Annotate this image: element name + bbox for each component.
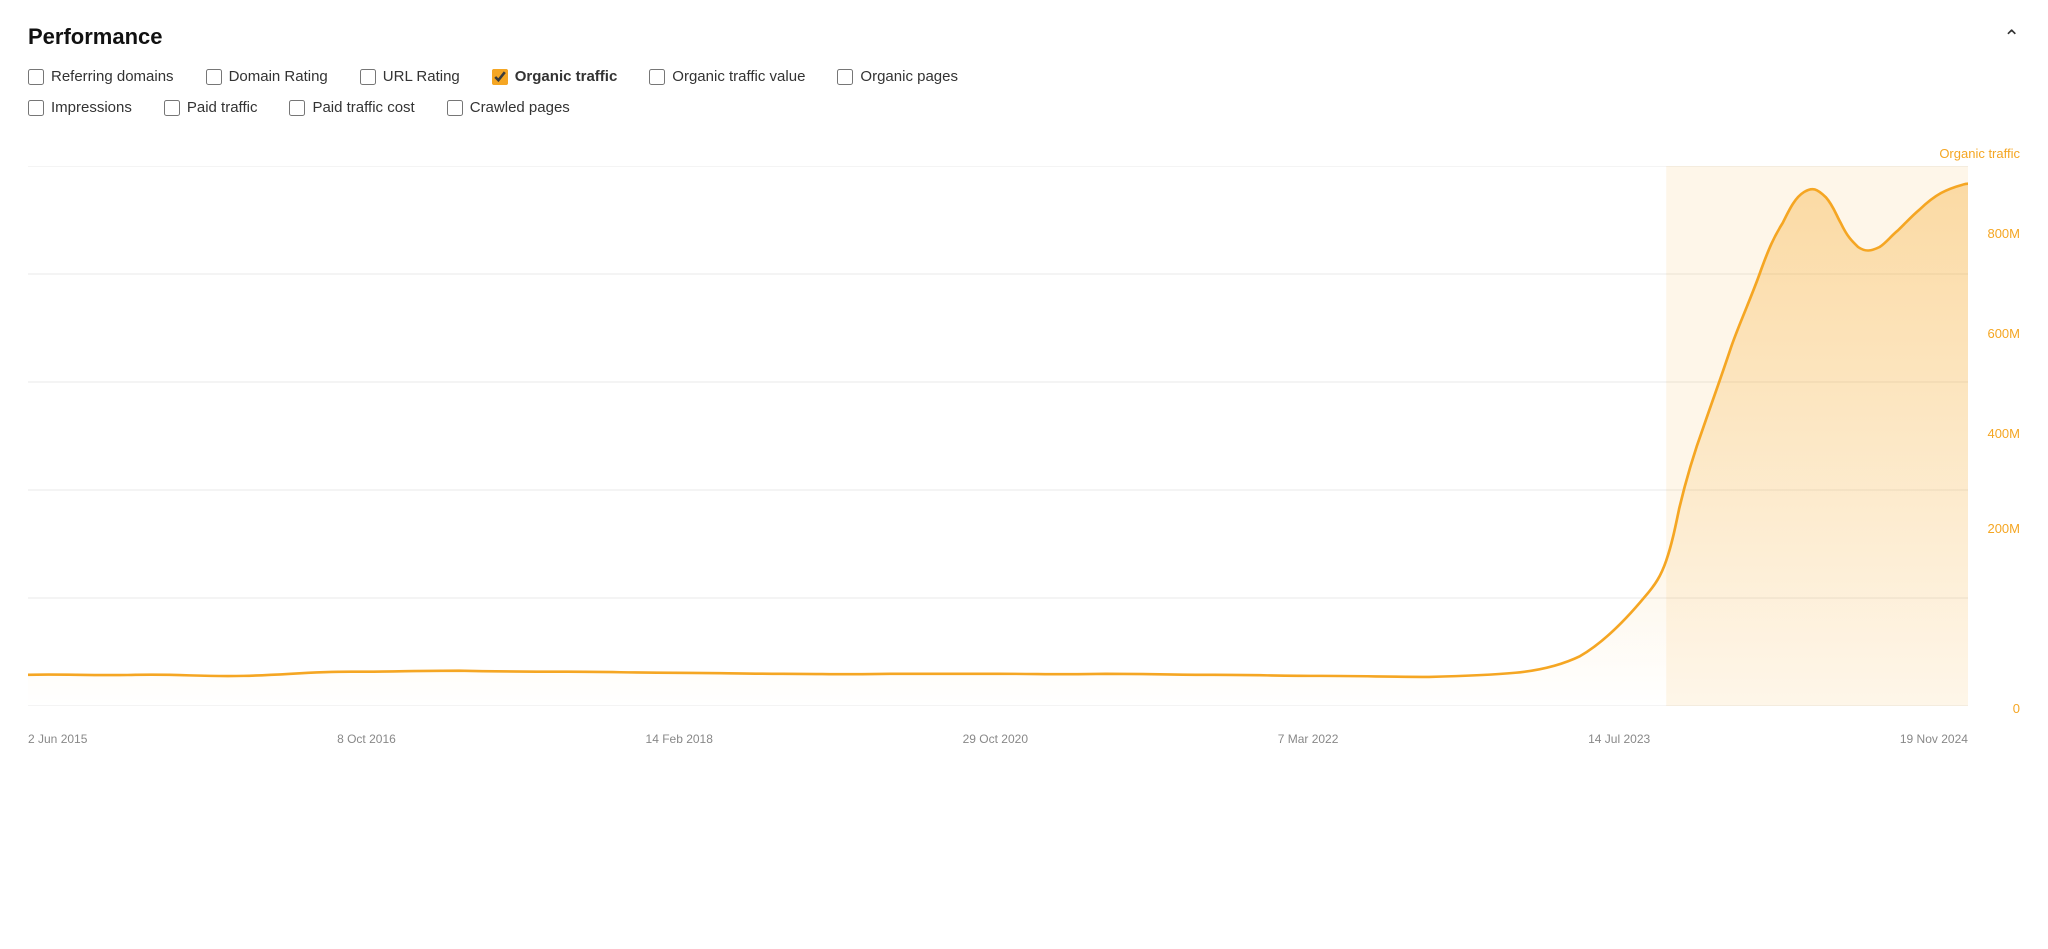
checkbox-paid-traffic-label: Paid traffic bbox=[187, 99, 258, 116]
checkbox-organic-traffic-label: Organic traffic bbox=[515, 68, 618, 85]
checkbox-referring-domains-label: Referring domains bbox=[51, 68, 174, 85]
performance-header: Performance ⌃ bbox=[28, 24, 2020, 50]
checkbox-organic-traffic[interactable]: Organic traffic bbox=[492, 68, 618, 85]
y-label-600m: 600M bbox=[1987, 326, 2020, 341]
checkbox-domain-rating-input[interactable] bbox=[206, 69, 222, 85]
chart-svg-container bbox=[28, 166, 1968, 706]
checkbox-organic-pages-label: Organic pages bbox=[860, 68, 958, 85]
x-axis-labels: 2 Jun 2015 8 Oct 2016 14 Feb 2018 29 Oct… bbox=[28, 732, 1968, 746]
x-label-2015: 2 Jun 2015 bbox=[28, 732, 87, 746]
checkbox-domain-rating-label: Domain Rating bbox=[229, 68, 328, 85]
checkbox-url-rating-label: URL Rating bbox=[383, 68, 460, 85]
page-title: Performance bbox=[28, 24, 163, 50]
checkbox-organic-traffic-value-label: Organic traffic value bbox=[672, 68, 805, 85]
checkbox-impressions-input[interactable] bbox=[28, 100, 44, 116]
checkbox-impressions-label: Impressions bbox=[51, 99, 132, 116]
checkboxes-row-2: Impressions Paid traffic Paid traffic co… bbox=[28, 99, 2020, 126]
y-label-800m: 800M bbox=[1987, 226, 2020, 241]
checkbox-paid-traffic[interactable]: Paid traffic bbox=[164, 99, 258, 116]
chart-svg bbox=[28, 166, 1968, 706]
checkbox-organic-pages[interactable]: Organic pages bbox=[837, 68, 958, 85]
checkboxes-row-1: Referring domains Domain Rating URL Rati… bbox=[28, 68, 2020, 95]
x-label-2020: 29 Oct 2020 bbox=[963, 732, 1028, 746]
checkbox-url-rating-input[interactable] bbox=[360, 69, 376, 85]
y-label-0: 0 bbox=[2013, 701, 2020, 716]
checkbox-crawled-pages-label: Crawled pages bbox=[470, 99, 570, 116]
checkbox-organic-pages-input[interactable] bbox=[837, 69, 853, 85]
checkbox-paid-traffic-input[interactable] bbox=[164, 100, 180, 116]
x-label-2016: 8 Oct 2016 bbox=[337, 732, 396, 746]
y-label-200m: 200M bbox=[1987, 521, 2020, 536]
checkbox-paid-traffic-cost-input[interactable] bbox=[289, 100, 305, 116]
checkbox-impressions[interactable]: Impressions bbox=[28, 99, 132, 116]
checkboxes-section: Referring domains Domain Rating URL Rati… bbox=[28, 68, 2020, 126]
y-axis-series-label: Organic traffic bbox=[1939, 146, 2020, 161]
checkbox-paid-traffic-cost[interactable]: Paid traffic cost bbox=[289, 99, 414, 116]
checkbox-organic-traffic-value-input[interactable] bbox=[649, 69, 665, 85]
x-label-2022: 7 Mar 2022 bbox=[1278, 732, 1339, 746]
x-label-2018: 14 Feb 2018 bbox=[646, 732, 713, 746]
checkbox-organic-traffic-value[interactable]: Organic traffic value bbox=[649, 68, 805, 85]
chevron-up-icon[interactable]: ⌃ bbox=[2003, 25, 2020, 50]
checkbox-domain-rating[interactable]: Domain Rating bbox=[206, 68, 328, 85]
checkbox-paid-traffic-cost-label: Paid traffic cost bbox=[312, 99, 414, 116]
checkbox-organic-traffic-input[interactable] bbox=[492, 69, 508, 85]
checkbox-crawled-pages-input[interactable] bbox=[447, 100, 463, 116]
chart-area: Organic traffic bbox=[28, 146, 2020, 746]
x-label-2024: 19 Nov 2024 bbox=[1900, 732, 1968, 746]
checkbox-referring-domains[interactable]: Referring domains bbox=[28, 68, 174, 85]
x-label-2023: 14 Jul 2023 bbox=[1588, 732, 1650, 746]
y-label-400m: 400M bbox=[1987, 426, 2020, 441]
checkbox-url-rating[interactable]: URL Rating bbox=[360, 68, 460, 85]
checkbox-crawled-pages[interactable]: Crawled pages bbox=[447, 99, 570, 116]
checkbox-referring-domains-input[interactable] bbox=[28, 69, 44, 85]
